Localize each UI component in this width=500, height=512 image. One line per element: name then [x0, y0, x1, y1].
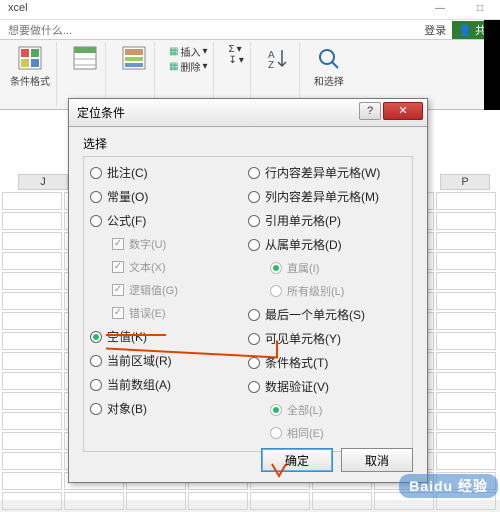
opt-col-diff[interactable]: 列内容差异单元格(M) [248, 188, 406, 205]
insert-cells[interactable]: ▦插入 ▾ [169, 44, 207, 59]
delete-cells[interactable]: ▦删除 ▾ [169, 59, 207, 74]
col-header-j[interactable]: J [18, 174, 68, 190]
opt-cond-format[interactable]: 条件格式(T) [248, 354, 406, 371]
opt-validation-all: 全部(L) [270, 402, 406, 418]
opt-visible[interactable]: 可见单元格(Y) [248, 330, 406, 347]
app-name-fragment: xcel [8, 2, 28, 14]
opt-current-array[interactable]: 当前数组(A) [90, 376, 248, 393]
opt-formula-errors: 错误(E) [112, 305, 248, 321]
watermark: Baidu 经验 [399, 474, 498, 498]
dialog-title: 定位条件 [77, 104, 125, 121]
app-title-bar: xcel — □ [0, 0, 500, 20]
cond-format-icon [16, 44, 44, 72]
opt-formulas[interactable]: 公式(F) [90, 212, 248, 229]
opt-all-levels: 所有级别(L) [270, 283, 406, 299]
cancel-button[interactable]: 取消 [341, 448, 413, 472]
opt-validation[interactable]: 数据验证(V) [248, 378, 406, 395]
delete-icon: ▦ [169, 61, 178, 72]
dialog-title-bar[interactable]: 定位条件 ? ✕ [69, 99, 427, 127]
options-group: 批注(C) 常量(O) 公式(F) 数字(U) 文本(X) 逻辑值(G) 错误(… [83, 156, 413, 452]
opt-row-diff[interactable]: 行内容差异单元格(W) [248, 164, 406, 181]
dialog-help-button[interactable]: ? [359, 102, 381, 120]
autosum[interactable]: Σ ▾ [228, 44, 243, 55]
tell-me-bar: 想要做什么... 登录 👤 共 [0, 20, 500, 40]
minimize-button[interactable]: — [420, 0, 460, 18]
opt-direct: 直属(I) [270, 260, 406, 276]
opt-last-cell[interactable]: 最后一个单元格(S) [248, 306, 406, 323]
sort-icon: AZ [265, 44, 293, 72]
maximize-button[interactable]: □ [460, 0, 500, 18]
fill[interactable]: ↧ ▾ [228, 55, 243, 66]
tell-me-prompt[interactable]: 想要做什么... [8, 22, 72, 38]
ok-button[interactable]: 确定 [261, 448, 333, 472]
right-column: 行内容差异单元格(W) 列内容差异单元格(M) 引用单元格(P) 从属单元格(D… [248, 164, 406, 445]
opt-objects[interactable]: 对象(B) [90, 400, 248, 417]
opt-comments[interactable]: 批注(C) [90, 164, 248, 181]
opt-formula-text: 文本(X) [112, 259, 248, 275]
opt-dependents[interactable]: 从属单元格(D) [248, 236, 406, 253]
login-link[interactable]: 登录 [424, 22, 446, 38]
opt-blanks[interactable]: 空值(K) [90, 328, 248, 345]
col-header-p[interactable]: P [440, 174, 490, 190]
dialog-close-button[interactable]: ✕ [383, 102, 423, 120]
group-label: 选择 [83, 135, 413, 152]
opt-constants[interactable]: 常量(O) [90, 188, 248, 205]
opt-precedents[interactable]: 引用单元格(P) [248, 212, 406, 229]
find-icon [315, 44, 343, 72]
opt-formula-numbers: 数字(U) [112, 236, 248, 252]
svg-text:Z: Z [268, 60, 274, 70]
opt-current-region[interactable]: 当前区域(R) [90, 352, 248, 369]
cell-styles-icon [120, 44, 148, 72]
opt-validation-same: 相同(E) [270, 425, 406, 441]
ribbon-cond-format[interactable]: 条件格式 [4, 42, 57, 107]
opt-formula-logic: 逻辑值(G) [112, 282, 248, 298]
insert-icon: ▦ [169, 46, 178, 57]
left-column: 批注(C) 常量(O) 公式(F) 数字(U) 文本(X) 逻辑值(G) 错误(… [90, 164, 248, 445]
table-format-icon [71, 44, 99, 72]
window-controls: — □ [420, 0, 500, 18]
goto-special-dialog: 定位条件 ? ✕ 选择 批注(C) 常量(O) 公式(F) 数字(U) 文本(X… [68, 98, 428, 483]
